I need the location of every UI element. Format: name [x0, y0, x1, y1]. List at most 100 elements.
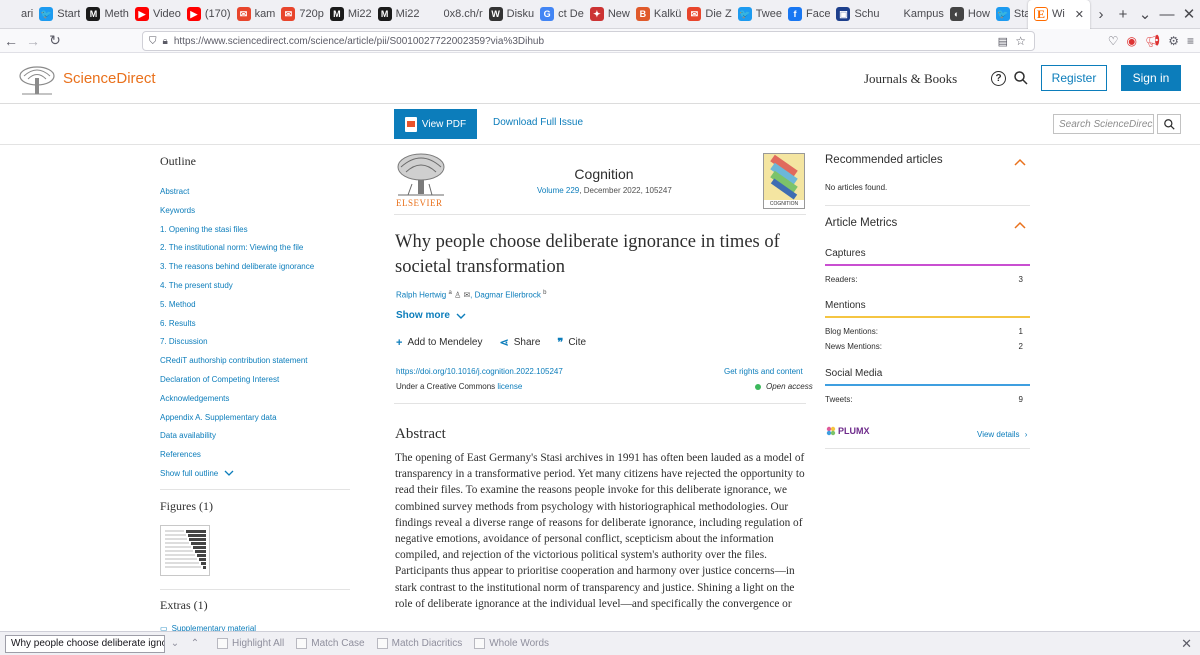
close-find-bar-icon[interactable]: ✕ [1181, 636, 1192, 652]
journal-title-link[interactable]: Cognition [540, 166, 668, 182]
recommended-articles-heading[interactable]: Recommended articles [825, 154, 943, 166]
close-window-icon[interactable]: ✕ [1178, 0, 1200, 29]
outline-item[interactable]: 3. The reasons behind deliberate ignoran… [160, 258, 360, 277]
article-metrics-heading[interactable]: Article Metrics [825, 217, 897, 229]
browser-tab[interactable]: ▶ (170) [184, 0, 234, 29]
affiliation-marker[interactable]: a [448, 290, 451, 296]
sciencedirect-logo-text[interactable]: ScienceDirect [63, 70, 156, 87]
elsevier-wordmark[interactable]: ELSEVIER [396, 198, 443, 208]
journal-cover-image[interactable]: COGNITION [763, 153, 805, 209]
outline-item[interactable]: Abstract [160, 183, 360, 202]
email-icon[interactable]: ✉ [463, 291, 470, 300]
reader-view-icon[interactable]: ▤ [998, 35, 1008, 48]
find-previous-button[interactable]: ⌄ [165, 634, 185, 654]
plumx-logo[interactable]: PLUMX [826, 426, 870, 436]
site-search-input[interactable]: Search ScienceDirect [1053, 114, 1154, 134]
match-diacritics-checkbox[interactable]: Match Diacritics [376, 638, 462, 649]
chevron-up-icon[interactable] [1014, 221, 1026, 229]
address-bar[interactable]: ⛉ 🔒︎ https://www.sciencedirect.com/scien… [142, 31, 1035, 51]
elsevier-tree-logo[interactable] [18, 66, 56, 96]
view-pdf-button[interactable]: View PDF [394, 109, 477, 139]
license-link[interactable]: license [497, 382, 522, 391]
match-case-checkbox[interactable]: Match Case [296, 638, 365, 649]
site-search-button[interactable] [1157, 114, 1181, 134]
journals-books-link[interactable]: Journals & Books [864, 71, 957, 87]
browser-tab[interactable]: ▶ Video [132, 0, 184, 29]
author-link[interactable]: Ralph Hertwig [396, 291, 446, 300]
browser-tab[interactable]: 🐦Start [993, 0, 1028, 29]
outline-item[interactable]: Acknowledgements [160, 390, 360, 409]
whole-words-checkbox[interactable]: Whole Words [474, 638, 549, 649]
author-link[interactable]: Dagmar Ellerbrock [475, 291, 541, 300]
outline-item[interactable]: Data availability [160, 427, 360, 446]
get-rights-link[interactable]: Get rights and content [724, 367, 803, 376]
elsevier-tree-logo[interactable] [396, 152, 446, 197]
browser-tab[interactable]: M Mi22 [327, 0, 375, 29]
browser-tab[interactable]: ▣ Schu [833, 0, 882, 29]
browser-tab[interactable]: W Disku [486, 0, 538, 29]
affiliation-marker[interactable]: b [543, 290, 546, 296]
browser-tab[interactable]: 🐦Start [36, 0, 83, 29]
doi-link[interactable]: https://doi.org/10.1016/j.cognition.2022… [396, 367, 563, 376]
outline-item[interactable]: 1. Opening the stasi files [160, 221, 360, 240]
find-input[interactable]: Why people choose deliberate ignoran [5, 634, 165, 653]
outline-item[interactable]: Keywords [160, 202, 360, 221]
download-full-issue-link[interactable]: Download Full Issue [493, 117, 583, 128]
extensions-icon[interactable]: ⚙ [1168, 34, 1179, 48]
shield-icon[interactable]: ⛉ [149, 36, 157, 47]
extension-badge-icon[interactable]: ◉ [1127, 34, 1137, 48]
outline-item[interactable]: References [160, 446, 360, 465]
forward-button[interactable]: → [22, 30, 44, 52]
show-full-outline-button[interactable]: Show full outline [160, 469, 360, 478]
share-button[interactable]: ⋖ Share [500, 336, 541, 349]
outline-item[interactable]: 5. Method [160, 296, 360, 315]
new-tab-button[interactable]: + [1112, 0, 1134, 29]
browser-tab[interactable]: f Face [785, 0, 833, 29]
close-tab-icon[interactable]: ✕ [1075, 8, 1084, 21]
tabs-overflow-icon[interactable]: › [1090, 0, 1112, 29]
outline-item[interactable]: 7. Discussion [160, 333, 360, 352]
browser-tab[interactable]: Kampus [883, 0, 947, 29]
lock-icon[interactable]: 🔒︎ [163, 36, 168, 47]
outline-item[interactable]: 6. Results [160, 315, 360, 334]
add-to-mendeley-button[interactable]: + Add to Mendeley [396, 336, 483, 349]
outline-item[interactable]: Declaration of Competing Interest [160, 371, 360, 390]
bookmark-star-icon[interactable]: ☆ [1015, 34, 1026, 48]
browser-tab[interactable]: ✉ Die Z [684, 0, 734, 29]
search-icon[interactable] [1014, 71, 1028, 85]
browser-tab[interactable]: 0x8.ch/r [423, 0, 486, 29]
browser-tab[interactable]: 🐦 Twee [735, 0, 785, 29]
browser-tab[interactable]: B Kalkü [633, 0, 685, 29]
browser-tab[interactable]: ✉ 720p [278, 0, 326, 29]
announce-icon[interactable]: 📢︎ [1145, 34, 1160, 48]
pocket-icon[interactable]: ♡ [1108, 34, 1119, 48]
highlight-all-checkbox[interactable]: Highlight All [217, 638, 284, 649]
register-button[interactable]: Register [1041, 65, 1107, 91]
app-menu-icon[interactable]: ≡ [1187, 34, 1194, 48]
outline-item[interactable]: 2. The institutional norm: Viewing the f… [160, 239, 360, 258]
help-icon[interactable]: ? [991, 71, 1006, 86]
browser-tab[interactable]: ari [0, 0, 36, 29]
browser-tab[interactable]: Gct De [537, 0, 587, 29]
figure-thumbnail[interactable] [160, 525, 210, 576]
show-more-button[interactable]: Show more [396, 310, 466, 321]
sign-in-button[interactable]: Sign in [1121, 65, 1181, 91]
browser-tab[interactable]: ✉ kam [234, 0, 279, 29]
person-icon[interactable]: ♙ [454, 291, 461, 300]
find-next-button[interactable]: ⌃ [185, 634, 205, 654]
volume-link[interactable]: Volume 229 [537, 186, 579, 195]
reload-button[interactable]: ↻ [44, 30, 66, 52]
chevron-up-icon[interactable] [1014, 158, 1026, 166]
outline-item[interactable]: CRediT authorship contribution statement [160, 352, 360, 371]
minimize-window-icon[interactable]: — [1156, 0, 1178, 29]
outline-item[interactable]: 4. The present study [160, 277, 360, 296]
view-details-link[interactable]: View details › [977, 430, 1027, 439]
cite-button[interactable]: ❞ Cite [557, 336, 586, 349]
list-tabs-icon[interactable]: ⌄ [1134, 0, 1156, 29]
browser-tab[interactable]: ◐ How [947, 0, 993, 29]
tab-active[interactable]: E Wi ✕ [1027, 0, 1090, 29]
browser-tab[interactable]: M Mi22 [375, 0, 423, 29]
browser-tab[interactable]: ✦ New [587, 0, 633, 29]
outline-item[interactable]: Appendix A. Supplementary data [160, 409, 360, 428]
browser-tab[interactable]: M Meth [83, 0, 131, 29]
